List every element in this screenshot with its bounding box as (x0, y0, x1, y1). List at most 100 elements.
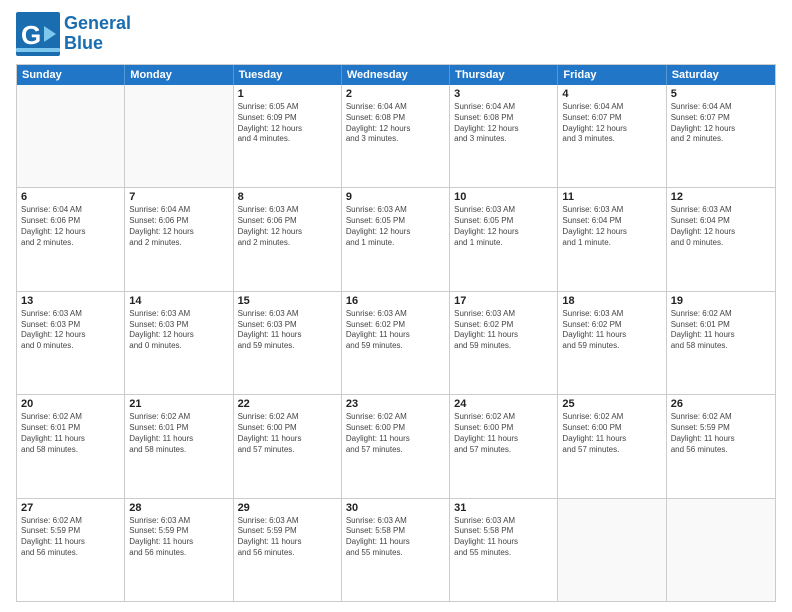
calendar-cell: 27Sunrise: 6:02 AM Sunset: 5:59 PM Dayli… (17, 499, 125, 601)
cell-detail: Sunrise: 6:03 AM Sunset: 6:02 PM Dayligh… (454, 309, 553, 352)
calendar-cell: 25Sunrise: 6:02 AM Sunset: 6:00 PM Dayli… (558, 395, 666, 497)
day-number: 9 (346, 191, 445, 203)
calendar-cell: 30 Sunrise: 6:03 AM Sunset: 5:58 PM Dayli… (342, 499, 450, 601)
day-number: 18 (562, 295, 661, 307)
weekday-header: Monday (125, 65, 233, 85)
cell-detail: Sunrise: 6:03 AM Sunset: 5:58 PM Dayligh… (454, 516, 553, 559)
weekday-header: Saturday (667, 65, 775, 85)
day-number: 31 (454, 502, 553, 514)
page: G General Blue SundayMo (0, 0, 792, 612)
calendar-cell: 9 Sunrise: 6:03 AM Sunset: 6:05 PM Daylig… (342, 188, 450, 290)
calendar-cell: 10 Sunrise: 6:03 AM Sunset: 6:05 PM Dayli… (450, 188, 558, 290)
cell-detail: Sunrise: 6:03 AM Sunset: 6:05 PM Dayligh… (346, 205, 445, 248)
cell-detail: Sunrise: 6:05 AM Sunset: 6:09 PM Dayligh… (238, 102, 337, 145)
logo-text: General Blue (64, 14, 131, 54)
cell-detail: Sunrise: 6:04 AM Sunset: 6:08 PM Dayligh… (454, 102, 553, 145)
cell-detail: Sunrise: 6:03 AM Sunset: 5:58 PM Dayligh… (346, 516, 445, 559)
day-number: 27 (21, 502, 120, 514)
calendar-row: 6 Sunrise: 6:04 AM Sunset: 6:06 PM Daylig… (17, 188, 775, 291)
calendar-body: 1Sunrise: 6:05 AM Sunset: 6:09 PM Daylig… (17, 85, 775, 601)
cell-detail: Sunrise: 6:03 AM Sunset: 6:05 PM Dayligh… (454, 205, 553, 248)
day-number: 30 (346, 502, 445, 514)
day-number: 13 (21, 295, 120, 307)
calendar-cell: 3Sunrise: 6:04 AM Sunset: 6:08 PM Daylig… (450, 85, 558, 187)
cell-detail: Sunrise: 6:04 AM Sunset: 6:06 PM Dayligh… (129, 205, 228, 248)
day-number: 5 (671, 88, 771, 100)
calendar-cell: 18 Sunrise: 6:03 AM Sunset: 6:02 PM Dayli… (558, 292, 666, 394)
cell-detail: Sunrise: 6:04 AM Sunset: 6:08 PM Dayligh… (346, 102, 445, 145)
cell-detail: Sunrise: 6:03 AM Sunset: 6:03 PM Dayligh… (238, 309, 337, 352)
day-number: 20 (21, 398, 120, 410)
cell-detail: Sunrise: 6:03 AM Sunset: 6:02 PM Dayligh… (562, 309, 661, 352)
calendar-cell: 11Sunrise: 6:03 AM Sunset: 6:04 PM Dayli… (558, 188, 666, 290)
cell-detail: Sunrise: 6:02 AM Sunset: 6:00 PM Dayligh… (238, 412, 337, 455)
day-number: 28 (129, 502, 228, 514)
calendar-cell: 4 Sunrise: 6:04 AM Sunset: 6:07 PM Daylig… (558, 85, 666, 187)
calendar-cell: 20 Sunrise: 6:02 AM Sunset: 6:01 PM Dayli… (17, 395, 125, 497)
calendar-cell: 24 Sunrise: 6:02 AM Sunset: 6:00 PM Dayli… (450, 395, 558, 497)
day-number: 10 (454, 191, 553, 203)
cell-detail: Sunrise: 6:03 AM Sunset: 6:04 PM Dayligh… (671, 205, 771, 248)
calendar-cell: 5Sunrise: 6:04 AM Sunset: 6:07 PM Daylig… (667, 85, 775, 187)
day-number: 8 (238, 191, 337, 203)
day-number: 24 (454, 398, 553, 410)
day-number: 21 (129, 398, 228, 410)
calendar-cell: 15 Sunrise: 6:03 AM Sunset: 6:03 PM Dayli… (234, 292, 342, 394)
calendar-cell: 8 Sunrise: 6:03 AM Sunset: 6:06 PM Daylig… (234, 188, 342, 290)
weekday-header: Friday (558, 65, 666, 85)
calendar: SundayMondayTuesdayWednesdayThursdayFrid… (16, 64, 776, 602)
cell-detail: Sunrise: 6:04 AM Sunset: 6:07 PM Dayligh… (562, 102, 661, 145)
calendar-cell: 1Sunrise: 6:05 AM Sunset: 6:09 PM Daylig… (234, 85, 342, 187)
calendar-cell: 14Sunrise: 6:03 AM Sunset: 6:03 PM Dayli… (125, 292, 233, 394)
day-number: 17 (454, 295, 553, 307)
cell-detail: Sunrise: 6:03 AM Sunset: 6:03 PM Dayligh… (21, 309, 120, 352)
calendar-cell: 23 Sunrise: 6:02 AM Sunset: 6:00 PM Dayli… (342, 395, 450, 497)
calendar-cell (125, 85, 233, 187)
day-number: 25 (562, 398, 661, 410)
calendar-row: 20 Sunrise: 6:02 AM Sunset: 6:01 PM Dayli… (17, 395, 775, 498)
day-number: 6 (21, 191, 120, 203)
svg-text:G: G (21, 20, 41, 50)
cell-detail: Sunrise: 6:04 AM Sunset: 6:06 PM Dayligh… (21, 205, 120, 248)
day-number: 19 (671, 295, 771, 307)
calendar-cell (558, 499, 666, 601)
calendar-cell: 7 Sunrise: 6:04 AM Sunset: 6:06 PM Daylig… (125, 188, 233, 290)
cell-detail: Sunrise: 6:02 AM Sunset: 6:00 PM Dayligh… (454, 412, 553, 455)
cell-detail: Sunrise: 6:03 AM Sunset: 5:59 PM Dayligh… (238, 516, 337, 559)
day-number: 23 (346, 398, 445, 410)
calendar-cell: 22 Sunrise: 6:02 AM Sunset: 6:00 PM Dayli… (234, 395, 342, 497)
cell-detail: Sunrise: 6:02 AM Sunset: 5:59 PM Dayligh… (671, 412, 771, 455)
calendar-cell: 2Sunrise: 6:04 AM Sunset: 6:08 PM Daylig… (342, 85, 450, 187)
day-number: 7 (129, 191, 228, 203)
calendar-cell: 29 Sunrise: 6:03 AM Sunset: 5:59 PM Dayli… (234, 499, 342, 601)
day-number: 4 (562, 88, 661, 100)
cell-detail: Sunrise: 6:02 AM Sunset: 6:01 PM Dayligh… (671, 309, 771, 352)
day-number: 29 (238, 502, 337, 514)
calendar-row: 13 Sunrise: 6:03 AM Sunset: 6:03 PM Dayli… (17, 292, 775, 395)
day-number: 26 (671, 398, 771, 410)
day-number: 22 (238, 398, 337, 410)
cell-detail: Sunrise: 6:02 AM Sunset: 6:01 PM Dayligh… (21, 412, 120, 455)
header: G General Blue (16, 12, 776, 56)
calendar-cell: 13 Sunrise: 6:03 AM Sunset: 6:03 PM Dayli… (17, 292, 125, 394)
day-number: 14 (129, 295, 228, 307)
calendar-cell: 16Sunrise: 6:03 AM Sunset: 6:02 PM Dayli… (342, 292, 450, 394)
logo: G General Blue (16, 12, 131, 56)
calendar-cell: 26 Sunrise: 6:02 AM Sunset: 5:59 PM Dayli… (667, 395, 775, 497)
cell-detail: Sunrise: 6:03 AM Sunset: 6:04 PM Dayligh… (562, 205, 661, 248)
day-number: 12 (671, 191, 771, 203)
calendar-cell (17, 85, 125, 187)
calendar-cell: 12 Sunrise: 6:03 AM Sunset: 6:04 PM Dayli… (667, 188, 775, 290)
calendar-cell (667, 499, 775, 601)
calendar-cell: 17 Sunrise: 6:03 AM Sunset: 6:02 PM Dayli… (450, 292, 558, 394)
cell-detail: Sunrise: 6:03 AM Sunset: 6:06 PM Dayligh… (238, 205, 337, 248)
day-number: 15 (238, 295, 337, 307)
logo-icon: G (16, 12, 60, 56)
calendar-row: 1Sunrise: 6:05 AM Sunset: 6:09 PM Daylig… (17, 85, 775, 188)
cell-detail: Sunrise: 6:03 AM Sunset: 6:02 PM Dayligh… (346, 309, 445, 352)
weekday-header: Sunday (17, 65, 125, 85)
weekday-header: Thursday (450, 65, 558, 85)
cell-detail: Sunrise: 6:02 AM Sunset: 6:00 PM Dayligh… (346, 412, 445, 455)
cell-detail: Sunrise: 6:03 AM Sunset: 5:59 PM Dayligh… (129, 516, 228, 559)
calendar-cell: 21Sunrise: 6:02 AM Sunset: 6:01 PM Dayli… (125, 395, 233, 497)
